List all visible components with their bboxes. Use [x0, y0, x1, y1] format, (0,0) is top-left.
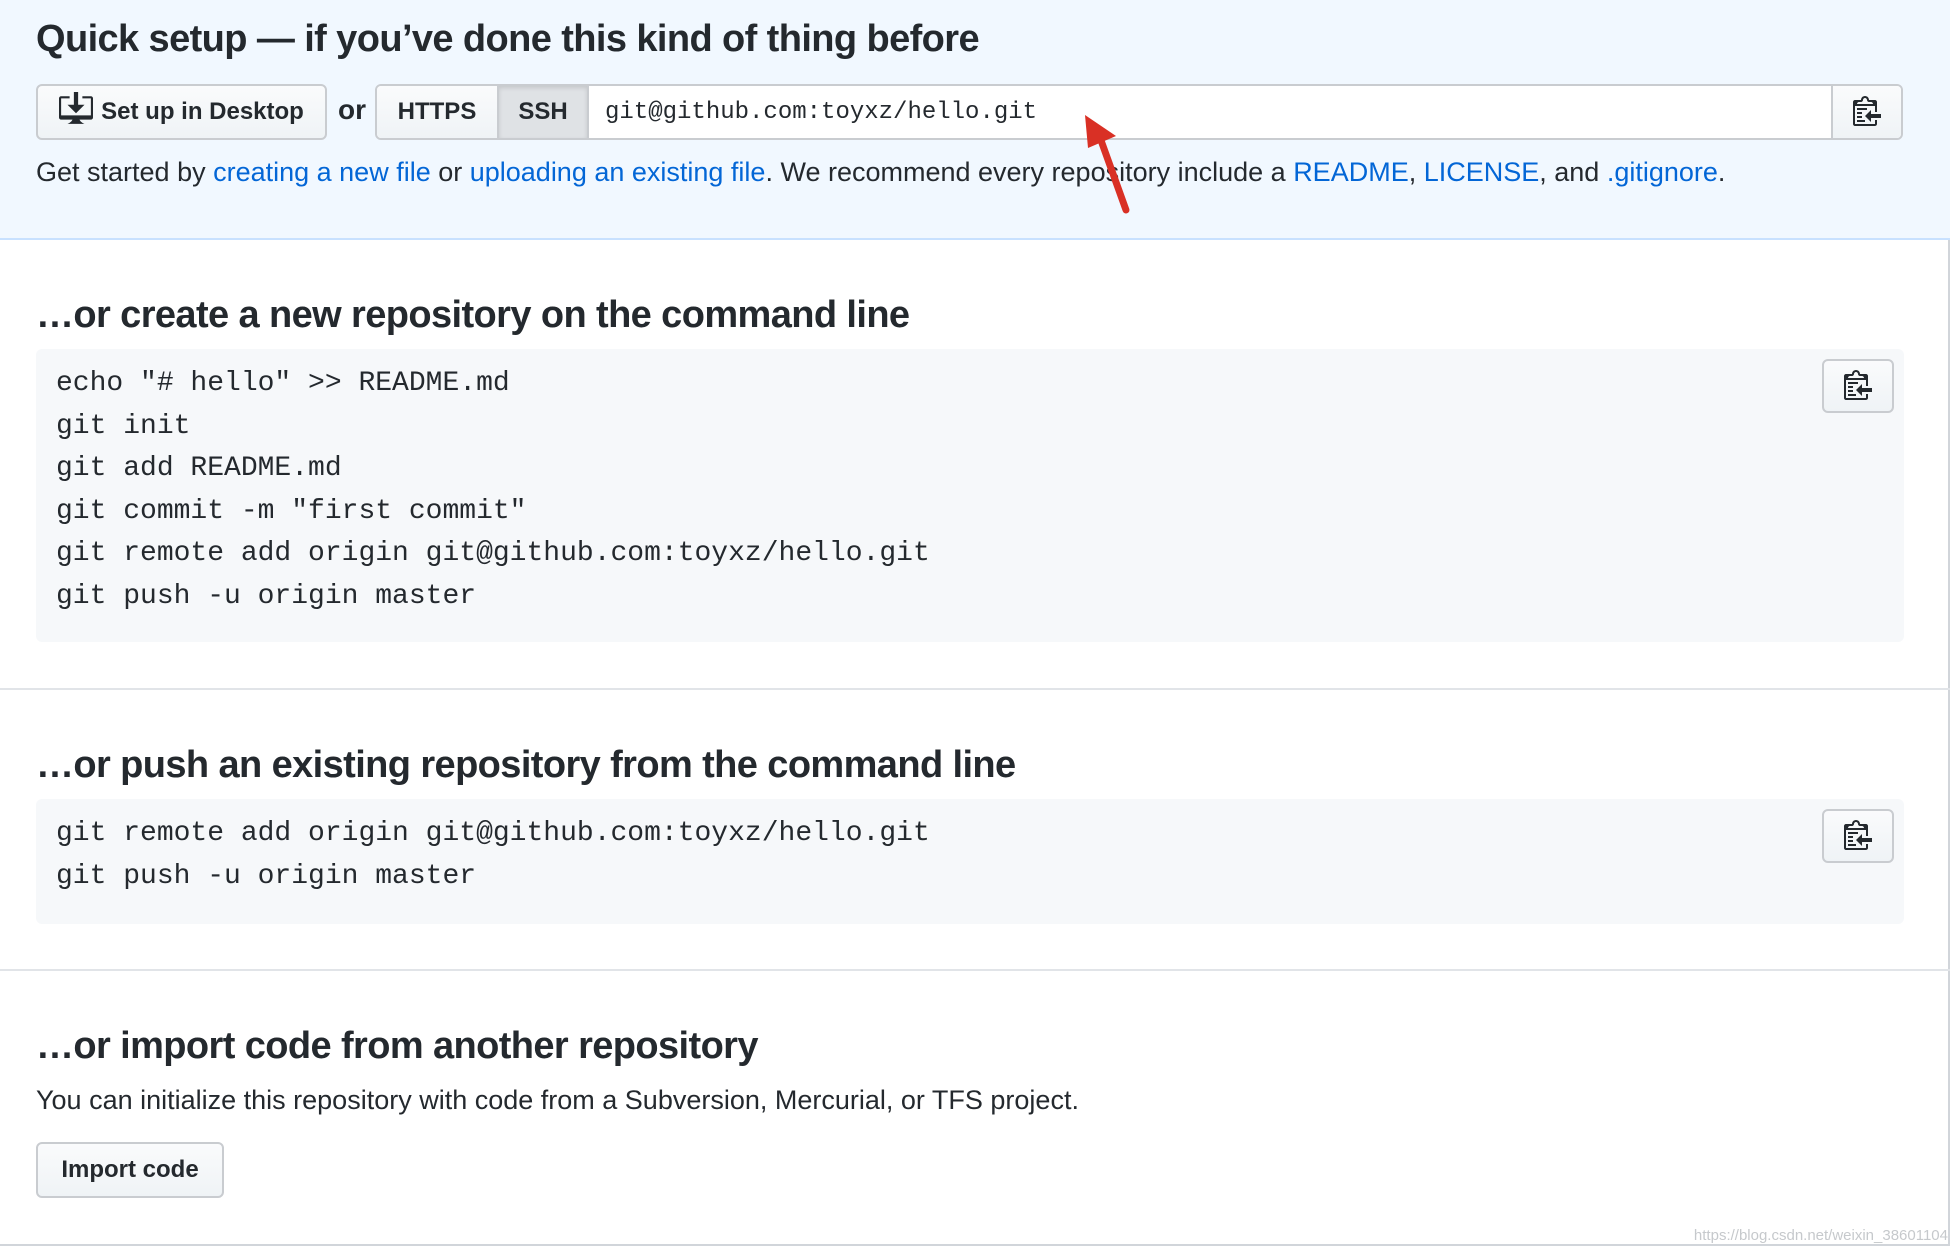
clone-url-input[interactable] [589, 86, 1831, 138]
uploading-existing-file-link[interactable]: uploading an existing file [470, 157, 766, 187]
intro-text: , and [1539, 157, 1607, 187]
push-existing-repo-heading: …or push an existing repository from the… [36, 744, 1016, 786]
quick-setup-panel: Quick setup — if you’ve done this kind o… [0, 0, 1950, 240]
desktop-download-icon [59, 91, 94, 133]
quick-setup-heading: Quick setup — if you’ve done this kind o… [36, 18, 980, 60]
intro-text: . [1717, 157, 1726, 187]
clipboard-icon [1843, 368, 1873, 405]
create-new-commands: echo "# hello" >> README.md git init git… [56, 368, 930, 612]
set-up-in-desktop-button[interactable]: Set up in Desktop [36, 84, 327, 140]
import-description: You can initialize this repository with … [36, 1085, 1079, 1115]
copy-create-commands-button[interactable] [1822, 359, 1894, 413]
license-link[interactable]: LICENSE [1424, 157, 1540, 187]
push-existing-commands: git remote add origin git@github.com:toy… [56, 818, 930, 892]
or-separator: or [338, 94, 366, 125]
copy-push-commands-button[interactable] [1822, 809, 1894, 863]
section-divider [0, 688, 1950, 690]
red-annotation-arrow-icon [1085, 115, 1130, 214]
gitignore-link[interactable]: .gitignore [1607, 157, 1718, 187]
watermark: https://blog.csdn.net/weixin_38601104 [1693, 1227, 1948, 1244]
import-code-heading: …or import code from another repository [36, 1025, 759, 1067]
import-code-button[interactable]: Import code [36, 1142, 224, 1198]
create-new-code-block: echo "# hello" >> README.md git init git… [36, 349, 1904, 642]
section-divider [0, 969, 1950, 971]
clipboard-icon [1843, 818, 1873, 855]
quick-setup-intro: Get started by creating a new file or up… [36, 157, 1725, 188]
https-button[interactable]: HTTPS [377, 86, 499, 138]
ssh-button[interactable]: SSH [499, 86, 589, 138]
intro-text: , [1408, 157, 1424, 187]
creating-new-file-link[interactable]: creating a new file [213, 157, 431, 187]
set-up-in-desktop-label: Set up in Desktop [101, 98, 304, 125]
create-new-repo-heading: …or create a new repository on the comma… [36, 294, 910, 336]
intro-text: . We recommend every repository include … [765, 157, 1294, 187]
readme-link[interactable]: README [1293, 157, 1409, 187]
push-existing-code-block: git remote add origin git@github.com:toy… [36, 799, 1904, 924]
intro-text: or [430, 157, 470, 187]
intro-text: Get started by [36, 157, 214, 187]
copy-clone-url-button[interactable] [1831, 86, 1901, 138]
clipboard-icon [1852, 94, 1882, 131]
